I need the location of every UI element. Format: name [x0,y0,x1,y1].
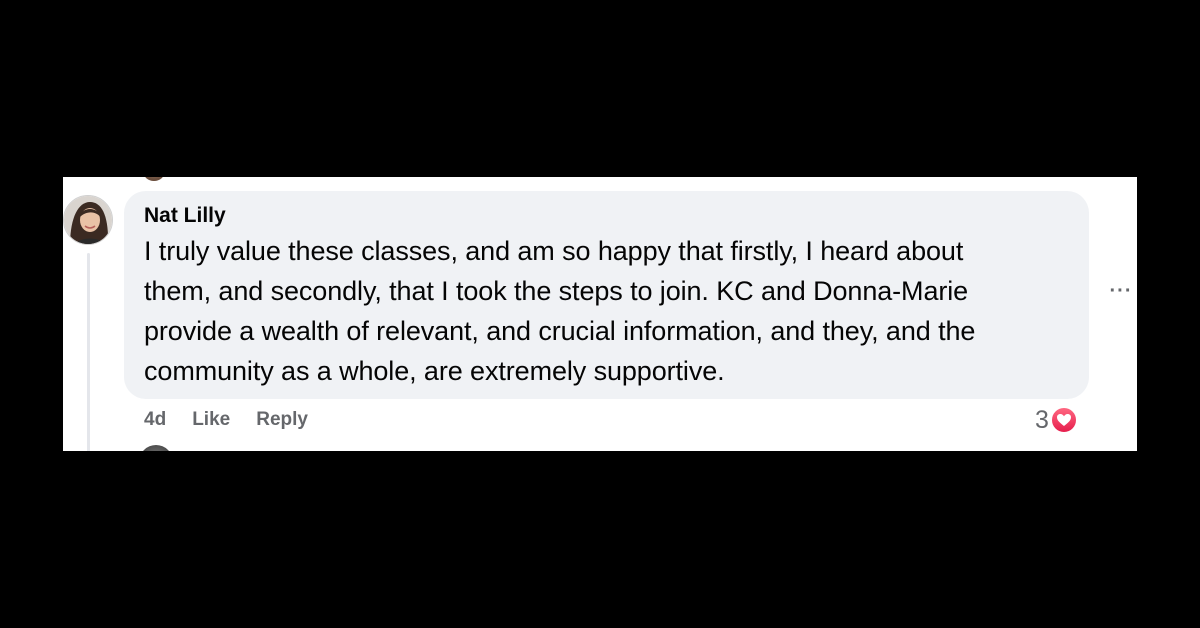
comment-text-line: them, and secondly, that I took the step… [144,276,969,306]
previous-comment-avatar [143,177,165,181]
comment-timestamp[interactable]: 4d [144,409,166,431]
comment-text: I truly value these classes, and am so h… [144,231,1071,391]
more-options-icon: ··· [1109,279,1133,302]
comment-bubble: Nat Lilly I truly value these classes, a… [124,191,1089,399]
heart-icon [1056,414,1071,426]
reaction-count: 3 [1035,405,1049,434]
reaction-summary[interactable]: 3 [1035,405,1078,435]
comment-text-line: community as a whole, are extremely supp… [144,356,725,386]
comment-text-line: I truly value these classes, and am so h… [144,236,964,266]
love-icon [1049,406,1078,434]
comment-text-line: provide a wealth of relevant, and crucia… [144,316,976,346]
like-button[interactable]: Like [192,409,230,431]
avatar[interactable] [63,195,113,245]
thread-line [87,253,90,451]
comment-actions: 4d Like Reply [144,406,308,434]
comment-author[interactable]: Nat Lilly [144,203,1071,229]
reply-button[interactable]: Reply [256,409,308,431]
comment-panel: Nat Lilly I truly value these classes, a… [63,177,1137,451]
profile-photo [64,196,112,244]
next-comment-avatar [139,445,173,451]
more-options-button[interactable]: ··· [1109,279,1133,302]
